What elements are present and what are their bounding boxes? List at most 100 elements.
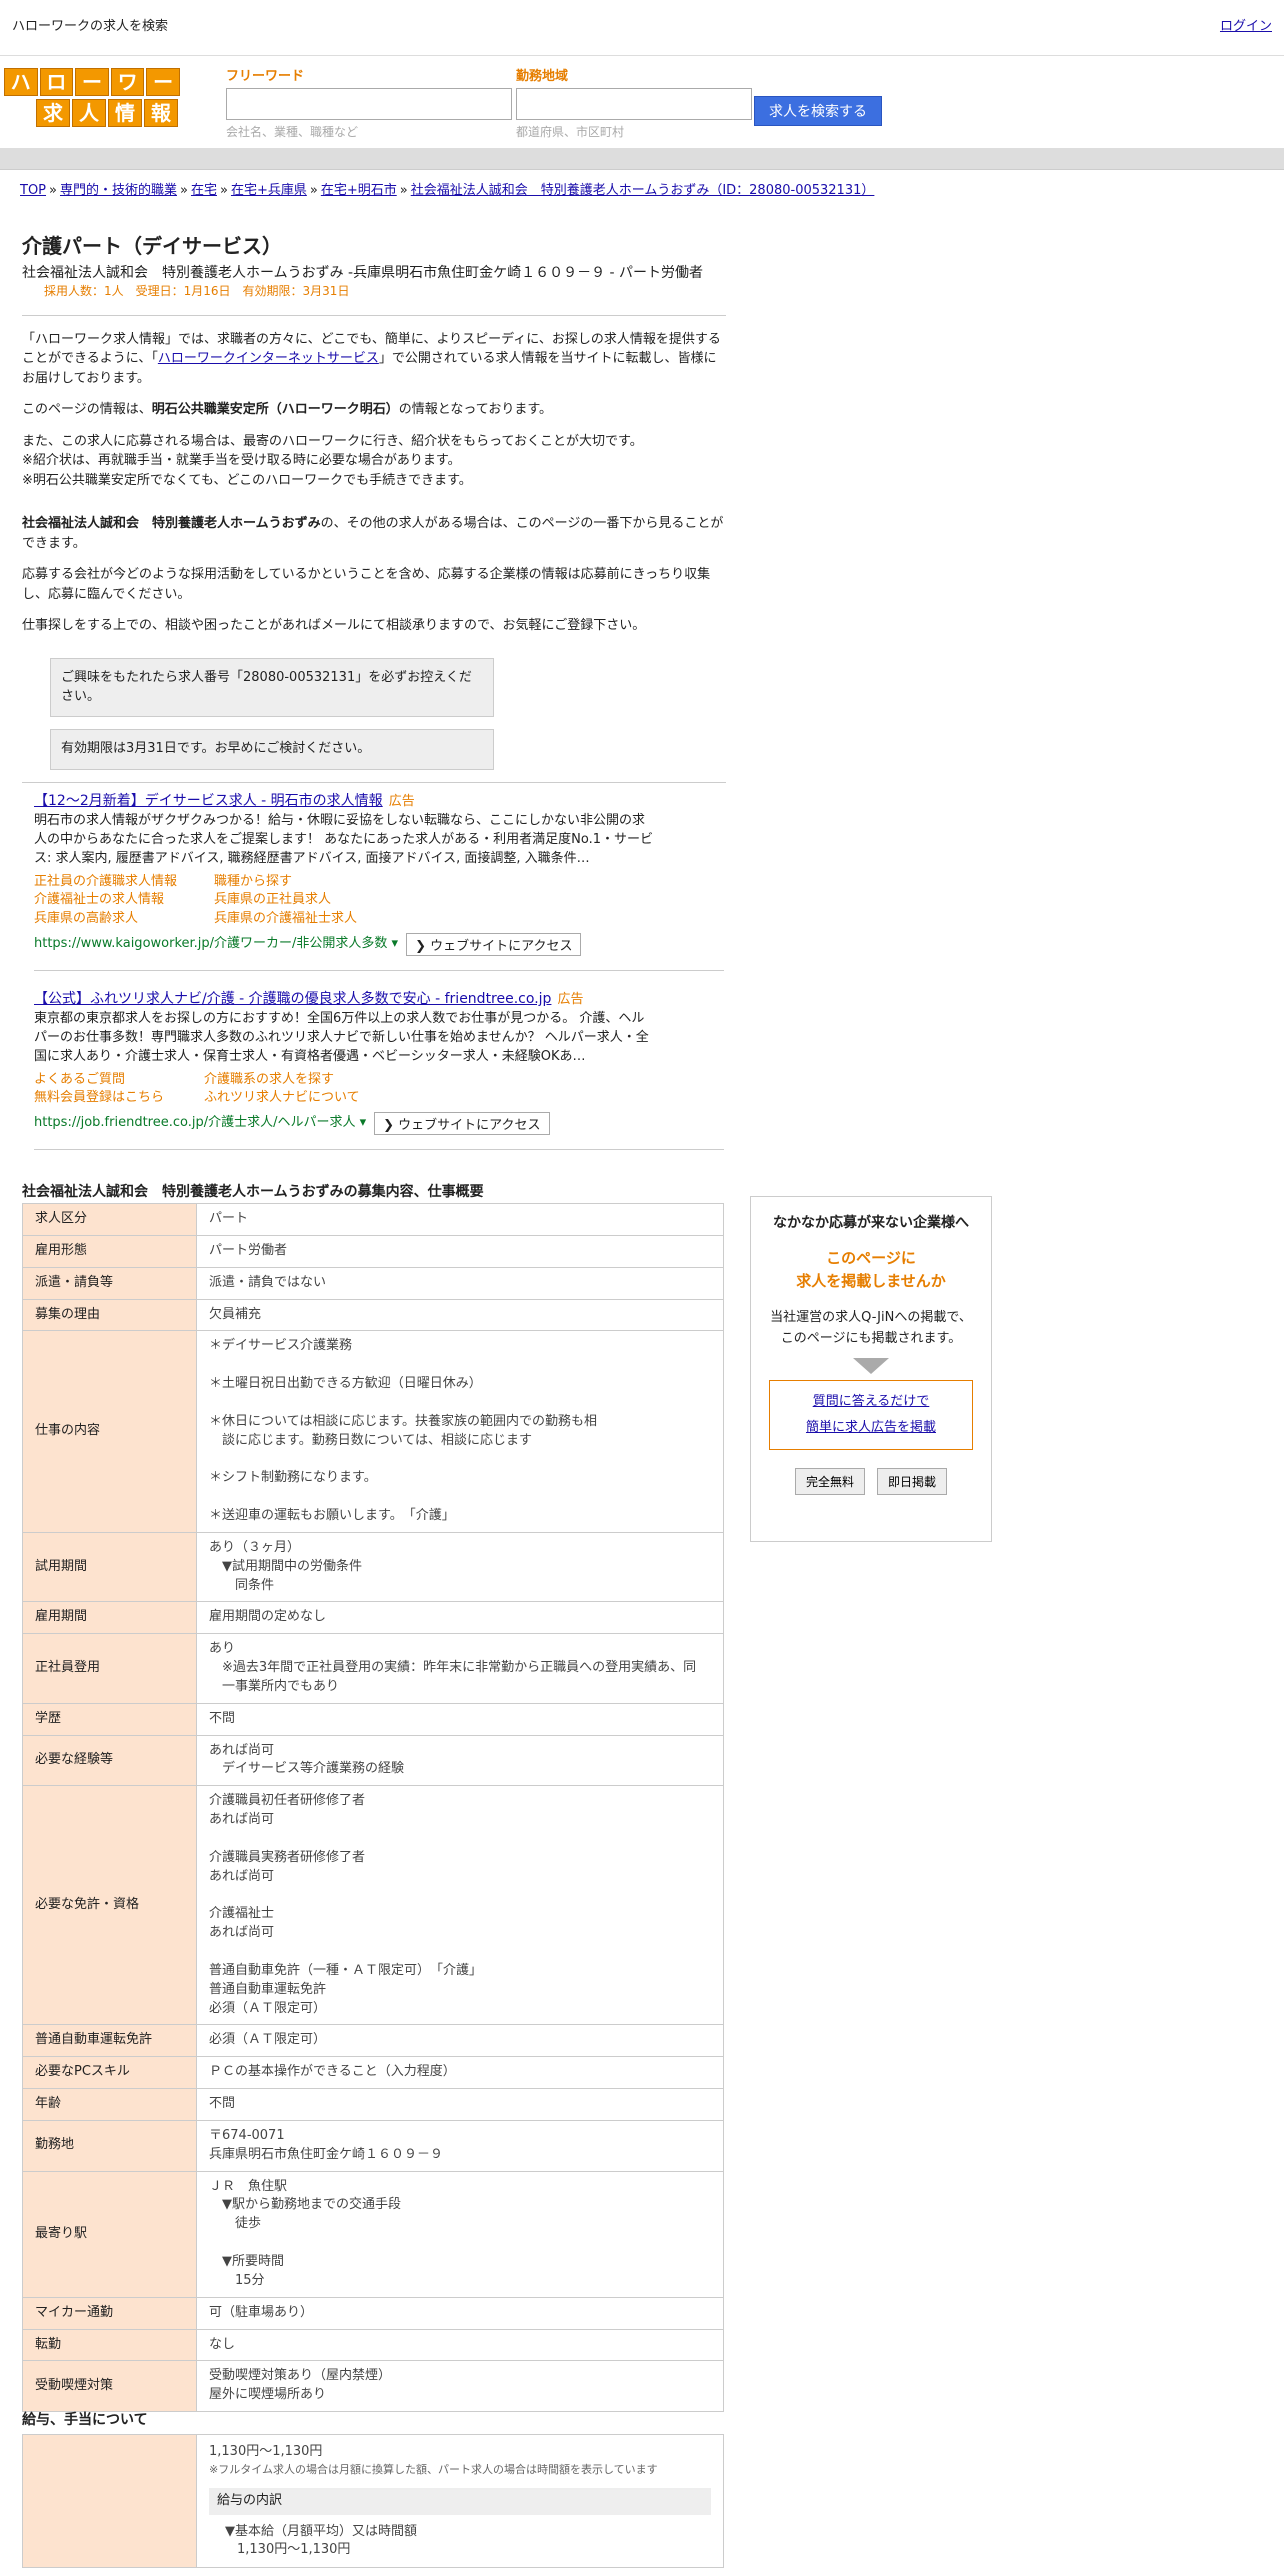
table-row: 募集の理由 欠員補充 bbox=[22, 1298, 724, 1332]
panel-link-questions[interactable]: 質問に答えるだけで bbox=[813, 1394, 930, 1409]
row-value: 介護職員初任者研修修了者 あれば尚可 介護職員実務者研修修了者 あれば尚可 介護… bbox=[196, 1785, 724, 2026]
row-label: 普通自動車運転免許 bbox=[22, 2024, 197, 2058]
row-value: 不問 bbox=[196, 1702, 724, 1736]
row-value: 派遣・請負ではない bbox=[196, 1266, 724, 1300]
row-value: パート bbox=[196, 1203, 724, 1236]
intro-paragraph: 仕事探しをする上での、相談や困ったことがあればメールにて相談承りますので、お気軽… bbox=[22, 618, 646, 634]
table-row: 仕事の内容 ＊デイサービス介護業務 ＊土曜日祝日出勤できる方歓迎（日曜日休み） ＊… bbox=[22, 1330, 724, 1533]
area-label: 勤務地域 bbox=[516, 69, 569, 84]
ad-sitelink[interactable]: ふれツリ求人ナビについて bbox=[204, 1089, 424, 1108]
salary-range: 1,130円〜1,130円 bbox=[209, 2444, 323, 2459]
hellowork-internet-service-link[interactable]: ハローワークインターネットサービス bbox=[158, 351, 379, 366]
visit-website-button[interactable]: ❯ ウェブサイトにアクセス bbox=[406, 933, 582, 957]
row-value: 受動喫煙対策あり（屋内禁煙） 屋外に喫煙場所あり bbox=[196, 2360, 724, 2413]
area-input[interactable] bbox=[516, 88, 752, 120]
salary-table: 1,130円〜1,130円 ※フルタイム求人の場合は月額に換算した額、パート求人… bbox=[22, 2434, 724, 2568]
ad-url[interactable]: https://www.kaigoworker.jp/介護ワーカー/非公開求人多… bbox=[34, 935, 398, 954]
ad-block: 【公式】ふれツリ求人ナビ/介護 - 介護職の優良求人多数で安心 - friend… bbox=[34, 981, 724, 1151]
ad-url[interactable]: https://job.friendtree.co.jp/介護士求人/ヘルパー求… bbox=[34, 1114, 366, 1133]
login-link[interactable]: ログイン bbox=[1220, 18, 1272, 37]
ad-url-row: https://job.friendtree.co.jp/介護士求人/ヘルパー求… bbox=[34, 1112, 724, 1136]
breadcrumb-prefecture[interactable]: 在宅+兵庫県 bbox=[231, 183, 307, 198]
panel-desc-line: このページにも掲載されます。 bbox=[780, 1331, 962, 1347]
ad-sitelink[interactable]: 無料会員登録はこちら bbox=[34, 1089, 204, 1108]
logo-char: ー bbox=[146, 68, 180, 96]
ad-sitelink[interactable]: 正社員の介護職求人情報 bbox=[34, 873, 214, 892]
breadcrumb-remote[interactable]: 在宅 bbox=[191, 183, 217, 198]
breadcrumb-top[interactable]: TOP bbox=[20, 183, 46, 198]
visit-website-button[interactable]: ❯ ウェブサイトにアクセス bbox=[374, 1112, 550, 1136]
row-label: 仕事の内容 bbox=[22, 1330, 197, 1533]
ad-description: 東京都の東京都求人をお探しの方におすすめ！全国6万件以上の求人数でお仕事が見つか… bbox=[34, 1010, 649, 1064]
row-label: 募集の理由 bbox=[22, 1298, 197, 1332]
logo-row-1: ハローワー bbox=[4, 68, 180, 96]
salary-basic-label: ▼基本給（月額平均）又は時間額 bbox=[225, 2523, 417, 2539]
breadcrumb-separator: » bbox=[180, 183, 188, 198]
intro-paragraph: 応募する会社が今どのような採用活動をしているかということを含め、応募する企業様の… bbox=[22, 567, 711, 602]
free-button[interactable]: 完全無料 bbox=[794, 1467, 865, 1495]
row-value: ＊デイサービス介護業務 ＊土曜日祝日出勤できる方歓迎（日曜日休み） ＊休日につい… bbox=[196, 1330, 724, 1533]
logo-char: ワ bbox=[110, 68, 145, 96]
logo-char: ハ bbox=[4, 68, 38, 96]
same-day-button[interactable]: 即日掲載 bbox=[877, 1467, 948, 1495]
job-meta: 採用人数：1人 受理日：1月16日 有効期限：3月31日 bbox=[44, 284, 350, 299]
intro-paragraph: 社会福祉法人誠和会 特別養護老人ホームうおずみの、その他の求人がある場合は、この… bbox=[22, 514, 726, 553]
table-row: 雇用期間 雇用期間の定めなし bbox=[22, 1601, 724, 1635]
ad-sitelink[interactable]: 職種から探す bbox=[214, 873, 414, 892]
job-info-table: 求人区分 パート 雇用形態 パート労働者 派遣・請負等 派遣・請負ではない 募集の理由 欠員補… bbox=[22, 1203, 724, 2413]
row-label: 正社員登用 bbox=[22, 1633, 197, 1704]
hellowork-logo[interactable]: ハローワー 求人情報 bbox=[4, 68, 180, 127]
table-row: 試用期間 あり（３ヶ月） ▼試用期間中の労働条件 同条件 bbox=[22, 1531, 724, 1603]
intro-paragraph: また、この求人に応募される場合は、最寄のハローワークに行き、紹介状をもらっておく… bbox=[22, 432, 726, 491]
logo-char: 情 bbox=[108, 99, 142, 127]
table-row: 正社員登用 あり ※過去3年間で正社員登用の実績：昨年末に非常勤から正職員への登用… bbox=[22, 1633, 724, 1704]
freeword-input[interactable] bbox=[226, 88, 512, 120]
office-name: 明石公共職業安定所（ハローワーク明石） bbox=[151, 402, 399, 418]
ad-sitelink[interactable]: 兵庫県の介護福祉士求人 bbox=[214, 910, 414, 929]
ad-sitelink[interactable]: 介護福祉士の求人情報 bbox=[34, 891, 214, 910]
table-row: 雇用形態 パート労働者 bbox=[22, 1234, 724, 1268]
logo-char: ロ bbox=[39, 68, 74, 96]
ad-sitelink[interactable]: よくあるご質問 bbox=[34, 1071, 204, 1090]
row-label: 転勤 bbox=[22, 2328, 197, 2362]
row-label: 雇用期間 bbox=[22, 1601, 197, 1635]
breadcrumb-city[interactable]: 在宅+明石市 bbox=[321, 183, 397, 198]
intro-text: また、この求人に応募される場合は、最寄のハローワークに行き、紹介状をもらっておく… bbox=[22, 433, 643, 449]
ad-title-link[interactable]: 【12～2月新着】デイサービス求人 - 明石市の求人情報 bbox=[34, 793, 383, 809]
intro-paragraph: このページの情報は、明石公共職業安定所（ハローワーク明石）の情報となっております… bbox=[22, 400, 726, 420]
ad-sitelink[interactable]: 介護職系の求人を探す bbox=[204, 1071, 424, 1090]
row-label: 派遣・請負等 bbox=[22, 1266, 197, 1300]
ad-sitelink[interactable]: 兵庫県の正社員求人 bbox=[214, 891, 414, 910]
row-value: あれば尚可 デイサービス等介護業務の経験 bbox=[196, 1734, 724, 1787]
panel-heading: なかなか応募が来ない企業様へ bbox=[773, 1215, 969, 1231]
intro-text: このページの情報は、 bbox=[22, 402, 152, 418]
row-value: ＪＲ 魚住駅 ▼駅から勤務地までの交通手段 徒歩 ▼所要時間 15分 bbox=[196, 2170, 724, 2298]
salary-basic-value: 1,130円〜1,130円 bbox=[237, 2542, 351, 2558]
table-row: 受動喫煙対策 受動喫煙対策あり（屋内禁煙） 屋外に喫煙場所あり bbox=[22, 2360, 724, 2413]
ad-title-link[interactable]: 【公式】ふれツリ求人ナビ/介護 - 介護職の優良求人多数で安心 - friend… bbox=[34, 991, 551, 1007]
panel-buttons: 完全無料 即日掲載 bbox=[751, 1467, 991, 1495]
search-button[interactable]: 求人を検索する bbox=[754, 96, 882, 126]
breadcrumb-category[interactable]: 専門的・技術的職業 bbox=[60, 183, 177, 198]
intro-text: の情報となっております。 bbox=[398, 402, 553, 418]
row-value: パート労働者 bbox=[196, 1234, 724, 1268]
row-label: 勤務地 bbox=[22, 2119, 197, 2172]
ad-sitelink[interactable]: 兵庫県の高齢求人 bbox=[34, 910, 214, 929]
intro-text: ※明石公共職業安定所でなくても、どこのハローワークでも手続きできます。 bbox=[22, 472, 472, 488]
ad-sitelinks: よくあるご質問 介護職系の求人を探す 無料会員登録はこちら ふれツリ求人ナビにつ… bbox=[34, 1071, 724, 1109]
breadcrumb-separator: » bbox=[219, 183, 228, 198]
ad-description: 明石市の求人情報がザクザクみつかる！給与・休暇に妥協をしない転職なら、ここにしか… bbox=[34, 813, 653, 866]
freeword-hint: 会社名、業種、職種など bbox=[226, 125, 359, 139]
breadcrumb-company[interactable]: 社会福祉法人誠和会 特別養護老人ホームうおずみ（ID：28080-0053213… bbox=[411, 183, 875, 198]
row-value: 〒674-0071 兵庫県明石市魚住町金ケ崎１６０９－９ bbox=[196, 2119, 724, 2172]
panel-highlight-line: 求人を掲載しませんか bbox=[796, 1271, 946, 1290]
row-value: あり（３ヶ月） ▼試用期間中の労働条件 同条件 bbox=[196, 1531, 724, 1603]
row-value: あり ※過去3年間で正社員登用の実績：昨年末に非常勤から正職員への登用実績あ、同… bbox=[196, 1633, 724, 1704]
breadcrumb-separator: » bbox=[399, 183, 408, 198]
ad-sitelinks: 正社員の介護職求人情報 職種から探す 介護福祉士の求人情報 兵庫県の正社員求人 … bbox=[34, 873, 724, 930]
salary-section-title: 給与、手当について bbox=[22, 2412, 148, 2428]
panel-highlight-line: このページに bbox=[826, 1249, 916, 1268]
panel-highlight: このページに 求人を掲載しませんか bbox=[751, 1247, 991, 1292]
notice-box: 有効期限は3月31日です。お早めにご検討ください。 bbox=[50, 729, 494, 771]
panel-link-post-ad[interactable]: 簡単に求人広告を掲載 bbox=[806, 1420, 936, 1435]
